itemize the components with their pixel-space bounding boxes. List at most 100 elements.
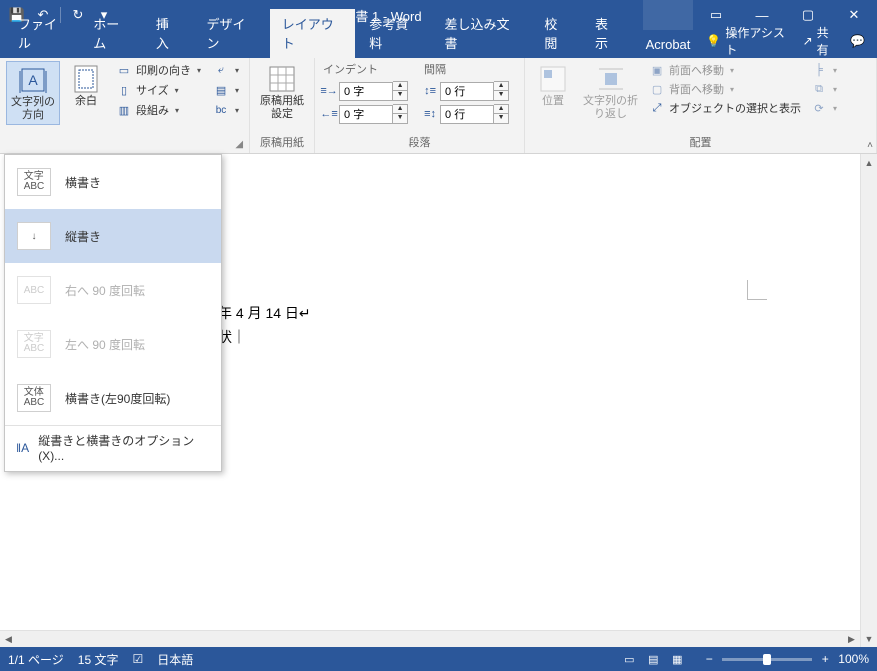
- space-after-input[interactable]: [440, 105, 494, 124]
- margins-label: 余白: [75, 95, 97, 108]
- space-after-spinner[interactable]: ▲▼: [494, 104, 509, 124]
- indent-left-icon: ≡→: [321, 83, 337, 99]
- rotate-icon: ⟳: [811, 100, 827, 116]
- arrange-group-label: 配置: [531, 134, 870, 153]
- manuscript-label: 原稿用紙 設定: [260, 95, 304, 121]
- position-label: 位置: [542, 95, 564, 108]
- space-before-input[interactable]: [440, 82, 494, 101]
- zoom-out-button[interactable]: −: [702, 652, 716, 666]
- zoom-in-button[interactable]: +: [818, 652, 832, 666]
- view-web-layout[interactable]: ▦: [666, 650, 688, 668]
- rotate-button: ⟳▾: [808, 99, 840, 117]
- comments-icon[interactable]: 💬: [850, 34, 865, 48]
- view-read-mode[interactable]: ▭: [618, 650, 640, 668]
- tab-mailings[interactable]: 差し込み文書: [432, 9, 530, 58]
- vscroll-down[interactable]: ▼: [861, 630, 877, 647]
- manuscript-group-label: 原稿用紙: [256, 134, 308, 153]
- hyphenation-icon: bc: [213, 102, 229, 118]
- ruler-corner-mark: [747, 280, 767, 300]
- indent-right-spinner[interactable]: ▲▼: [393, 104, 408, 124]
- hscroll-right[interactable]: ▶: [843, 634, 860, 645]
- position-icon: [537, 63, 569, 95]
- dd-vertical-icon: ↓: [17, 222, 51, 250]
- horizontal-scrollbar[interactable]: ◀ ▶: [0, 630, 860, 647]
- margins-button[interactable]: 余白: [64, 61, 108, 125]
- breaks-button[interactable]: ⤶▾: [209, 61, 243, 79]
- page-setup-group-label: ◢: [6, 150, 243, 153]
- size-button[interactable]: ▯サイズ▾: [112, 81, 205, 99]
- text-direction-label: 文字列の 方向: [11, 96, 55, 122]
- zoom-slider[interactable]: [722, 658, 812, 661]
- spacing-title: 間隔: [422, 61, 509, 77]
- zoom-percent[interactable]: 100%: [838, 652, 869, 666]
- group-button: ⧉▾: [808, 80, 840, 98]
- wrap-text-label: 文字列の折 り返し: [583, 95, 638, 121]
- align-icon: ╞: [811, 62, 827, 78]
- orientation-button[interactable]: ▭印刷の向き▾: [112, 61, 205, 79]
- vscroll-up[interactable]: ▲: [861, 154, 877, 171]
- tell-me-button[interactable]: 💡 操作アシスト: [706, 24, 790, 58]
- svg-text:A: A: [28, 72, 38, 88]
- line-numbers-button[interactable]: ▤▾: [209, 81, 243, 99]
- view-print-layout[interactable]: ▤: [642, 650, 664, 668]
- dd-horizontal-rotated-icon: 文体 ABC: [17, 384, 51, 412]
- indent-title: インデント: [321, 61, 408, 77]
- document-text[interactable]: 年 4 月 14 日↵ 状｜: [218, 302, 311, 351]
- group-icon: ⧉: [811, 81, 827, 97]
- tab-references[interactable]: 参考資料: [357, 9, 430, 58]
- dd-rotate-right-icon: ABC: [17, 276, 51, 304]
- bring-forward-icon: ▣: [649, 62, 665, 78]
- status-page[interactable]: 1/1 ページ: [8, 651, 64, 668]
- space-after-icon: ≡↕: [422, 106, 438, 122]
- manuscript-button[interactable]: 原稿用紙 設定: [256, 61, 308, 123]
- indent-left-input[interactable]: [339, 82, 393, 101]
- tab-display[interactable]: 表示: [583, 9, 632, 58]
- selection-pane-icon: ⤢: [649, 100, 665, 116]
- dd-horizontal-icon: 文字 ABC: [17, 168, 51, 196]
- space-before-spinner[interactable]: ▲▼: [494, 81, 509, 101]
- collapse-ribbon-button[interactable]: ˄: [867, 140, 873, 151]
- text-direction-icon: A: [17, 64, 49, 96]
- indent-left-spinner[interactable]: ▲▼: [393, 81, 408, 101]
- margins-icon: [70, 63, 102, 95]
- status-language[interactable]: 日本語: [157, 651, 193, 668]
- columns-icon: ▥: [116, 102, 132, 118]
- paragraph-group-label: 段落: [321, 134, 518, 153]
- dd-horizontal-rotated[interactable]: 文体 ABC 横書き(左90度回転): [5, 371, 221, 425]
- indent-right-input[interactable]: [339, 105, 393, 124]
- manuscript-icon: [266, 63, 298, 95]
- vertical-scrollbar[interactable]: ▲ ▼: [860, 154, 877, 647]
- line-numbers-icon: ▤: [213, 82, 229, 98]
- status-proofing-icon[interactable]: ☑: [132, 652, 143, 666]
- hyphenation-button[interactable]: bc▾: [209, 101, 243, 119]
- send-backward-button: ▢背面へ移動▾: [646, 80, 804, 98]
- tab-acrobat[interactable]: Acrobat: [634, 32, 703, 58]
- status-word-count[interactable]: 15 文字: [78, 651, 119, 668]
- tab-insert[interactable]: 挿入: [144, 9, 193, 58]
- align-button: ╞▾: [808, 61, 840, 79]
- wrap-text-button: 文字列の折 り返し: [579, 61, 642, 123]
- dd-options-icon: ‖A: [15, 440, 30, 456]
- breaks-icon: ⤶: [213, 62, 229, 78]
- tab-review[interactable]: 校閲: [532, 9, 581, 58]
- tab-file[interactable]: ファイル: [6, 9, 79, 58]
- tab-home[interactable]: ホーム: [81, 9, 142, 58]
- wrap-text-icon: [595, 63, 627, 95]
- dd-vertical[interactable]: ↓ 縦書き: [5, 209, 221, 263]
- tab-layout[interactable]: レイアウト: [270, 9, 356, 58]
- selection-pane-button[interactable]: ⤢オブジェクトの選択と表示: [646, 99, 804, 117]
- dd-options[interactable]: ‖A 縦書きと横書きのオプション(X)...: [5, 425, 221, 471]
- page-setup-launcher[interactable]: ◢: [235, 139, 243, 150]
- columns-button[interactable]: ▥段組み▾: [112, 101, 205, 119]
- size-icon: ▯: [116, 82, 132, 98]
- tab-design[interactable]: デザイン: [194, 9, 267, 58]
- dd-horizontal[interactable]: 文字 ABC 横書き: [5, 155, 221, 209]
- share-button[interactable]: ↗ 共有: [803, 24, 838, 58]
- dd-rotate-left: 文字 ABC 左へ 90 度回転: [5, 317, 221, 371]
- space-before-icon: ↕≡: [422, 83, 438, 99]
- account-area[interactable]: [643, 0, 693, 30]
- orientation-icon: ▭: [116, 62, 132, 78]
- hscroll-left[interactable]: ◀: [0, 634, 17, 645]
- indent-right-icon: ←≡: [321, 106, 337, 122]
- text-direction-button[interactable]: A 文字列の 方向: [6, 61, 60, 125]
